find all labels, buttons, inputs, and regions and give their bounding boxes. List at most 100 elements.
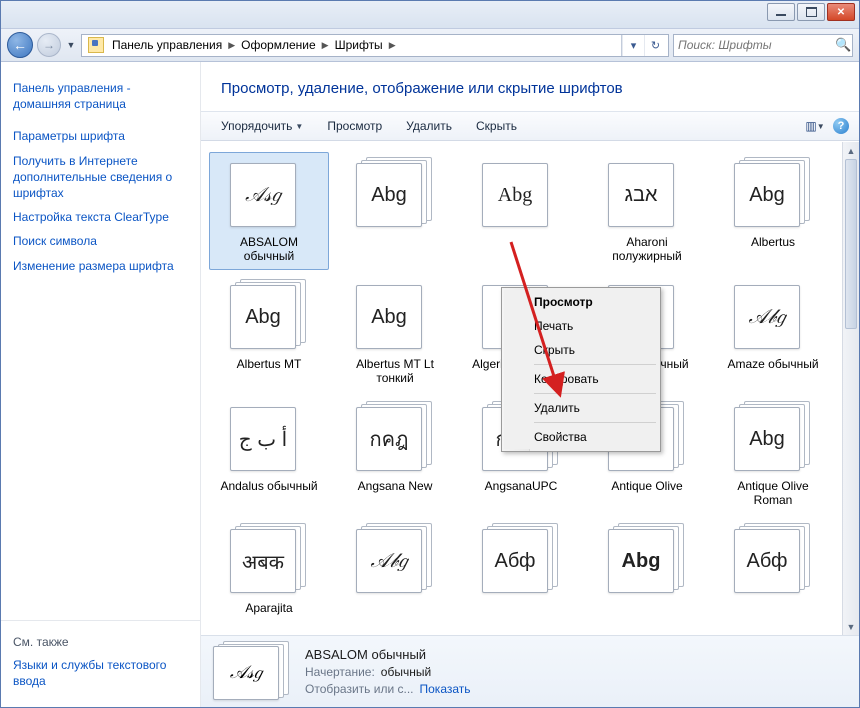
font-thumb: Abg [482, 163, 548, 227]
back-button[interactable]: ← [7, 32, 33, 58]
scroll-thumb[interactable] [845, 159, 857, 329]
sidebar-link[interactable]: Получить в Интернете дополнительные свед… [13, 149, 188, 206]
forward-button[interactable]: → [37, 33, 61, 57]
search-input[interactable] [678, 38, 835, 52]
sidebar-link[interactable]: Поиск символа [13, 229, 188, 253]
font-item[interactable]: 𝒜𝓈𝑔ABSALOM обычный [209, 152, 329, 270]
font-thumb: Abg [734, 407, 800, 471]
search-icon[interactable]: 🔍 [835, 37, 851, 53]
font-item[interactable]: أ ب ج Andalus обычный [209, 396, 329, 514]
sidebar-footer-link[interactable]: Языки и службы текстового ввода [13, 653, 188, 693]
vertical-scrollbar[interactable]: ▲ ▼ [842, 142, 859, 635]
breadcrumb-sep-icon[interactable]: ▶ [387, 40, 398, 51]
sidebar-home-link[interactable]: Панель управления - домашняя страница [13, 76, 188, 116]
font-item[interactable]: AbgAlbertus MT Lt тонкий [335, 274, 455, 392]
font-item[interactable]: अबकAparajita [209, 518, 329, 635]
font-item[interactable]: Абф [461, 518, 581, 635]
scroll-up-icon[interactable]: ▲ [843, 142, 859, 159]
font-thumb: Abg [356, 163, 422, 227]
font-item[interactable]: 𝒜𝒷𝑔 [335, 518, 455, 635]
window-controls: ✕ [767, 3, 855, 21]
font-item[interactable]: AbgAlbertus MT [209, 274, 329, 392]
preview-button[interactable]: Просмотр [317, 116, 392, 136]
font-label [592, 601, 702, 631]
font-item[interactable]: Abg Albertus [713, 152, 833, 270]
font-item[interactable]: אבגAharoni полужирный [587, 152, 707, 270]
search-box[interactable]: 🔍 [673, 34, 853, 57]
ctx-preview[interactable]: Просмотр [532, 290, 658, 314]
font-label: Aparajita [214, 601, 324, 631]
sidebar: Панель управления - домашняя страница Па… [1, 62, 201, 707]
font-thumb: Абф [482, 529, 548, 593]
details-show-key: Отобразить или с... [305, 682, 414, 696]
font-label: Antique Olive [592, 479, 702, 509]
details-style-key: Начертание: [305, 665, 375, 679]
font-item[interactable]: Abg [587, 518, 707, 635]
breadcrumb-sep-icon[interactable]: ▶ [226, 40, 237, 51]
view-mode-button[interactable]: ▥ ▼ [803, 115, 827, 137]
details-pane: 𝒜𝓈𝑔 ABSALOM обычный Начертание: обычный … [201, 635, 859, 707]
minimize-button[interactable] [767, 3, 795, 21]
ctx-properties[interactable]: Свойства [532, 425, 658, 449]
font-label [340, 601, 450, 631]
sidebar-link[interactable]: Настройка текста ClearType [13, 205, 188, 229]
font-item[interactable]: Абф [713, 518, 833, 635]
breadcrumb[interactable]: Шрифты [331, 38, 387, 52]
font-thumb: กคฎ [356, 407, 422, 471]
font-label: AngsanaUPC [466, 479, 576, 509]
details-thumb: 𝒜𝓈𝑔 [213, 641, 291, 703]
font-thumb: Abg [230, 285, 296, 349]
font-item[interactable]: กคฎ Angsana New [335, 396, 455, 514]
page-title: Просмотр, удаление, отображение или скры… [201, 62, 859, 111]
breadcrumb[interactable]: Панель управления [108, 38, 226, 52]
font-item[interactable]: Abg Antique Olive Roman [713, 396, 833, 514]
font-thumb: 𝒜𝒷𝑔 [356, 529, 422, 593]
main-area: Панель управления - домашняя страница Па… [1, 62, 859, 707]
close-button[interactable]: ✕ [827, 3, 855, 21]
maximize-button[interactable] [797, 3, 825, 21]
font-label: Antique Olive Roman [718, 479, 828, 509]
breadcrumb-sep-icon[interactable]: ▶ [320, 40, 331, 51]
font-thumb: Абф [734, 529, 800, 593]
title-bar: ✕ [1, 1, 859, 29]
font-label [466, 601, 576, 631]
address-dropdown[interactable]: ▾ [622, 35, 644, 56]
font-label: Albertus MT Lt тонкий [340, 357, 450, 387]
font-thumb: Abg [734, 163, 800, 227]
organize-button[interactable]: Упорядочить▼ [211, 116, 313, 136]
font-label: Albertus [718, 235, 828, 265]
hide-button[interactable]: Скрыть [466, 116, 527, 136]
font-item[interactable]: Abg [335, 152, 455, 270]
font-thumb: Abg [608, 529, 674, 593]
font-label: Aharoni полужирный [592, 235, 702, 265]
font-label: Andalus обычный [214, 479, 324, 509]
folder-icon [88, 37, 104, 53]
breadcrumb[interactable]: Оформление [237, 38, 319, 52]
control-panel-window: ✕ ← → ▼ Панель управления ▶ Оформление ▶… [0, 0, 860, 708]
nav-bar: ← → ▼ Панель управления ▶ Оформление ▶ Ш… [1, 29, 859, 62]
sidebar-link[interactable]: Параметры шрифта [13, 124, 188, 148]
font-label [340, 235, 450, 265]
nav-history-dropdown[interactable]: ▼ [65, 40, 77, 50]
font-thumb: أ ب ج [230, 407, 296, 471]
context-menu: Просмотр Печать Скрыть Копировать Удалит… [501, 287, 661, 452]
ctx-copy[interactable]: Копировать [532, 367, 658, 391]
font-label: ABSALOM обычный [214, 235, 324, 265]
font-thumb: 𝒜𝒷𝑔 [734, 285, 800, 349]
font-label: Angsana New [340, 479, 450, 509]
font-label [466, 235, 576, 265]
delete-button[interactable]: Удалить [396, 116, 462, 136]
font-item[interactable]: 𝒜𝒷𝑔Amaze обычный [713, 274, 833, 392]
refresh-button[interactable]: ↻ [644, 35, 666, 56]
sidebar-footer-title: См. также [13, 631, 188, 653]
sidebar-link[interactable]: Изменение размера шрифта [13, 254, 188, 278]
ctx-delete[interactable]: Удалить [532, 396, 658, 420]
details-title: ABSALOM обычный [305, 647, 471, 662]
details-show-link[interactable]: Показать [420, 682, 471, 696]
font-item[interactable]: Abg [461, 152, 581, 270]
help-icon[interactable]: ? [833, 118, 849, 134]
ctx-print[interactable]: Печать [532, 314, 658, 338]
ctx-hide[interactable]: Скрыть [532, 338, 658, 362]
scroll-down-icon[interactable]: ▼ [843, 618, 859, 635]
address-bar[interactable]: Панель управления ▶ Оформление ▶ Шрифты … [81, 34, 669, 57]
